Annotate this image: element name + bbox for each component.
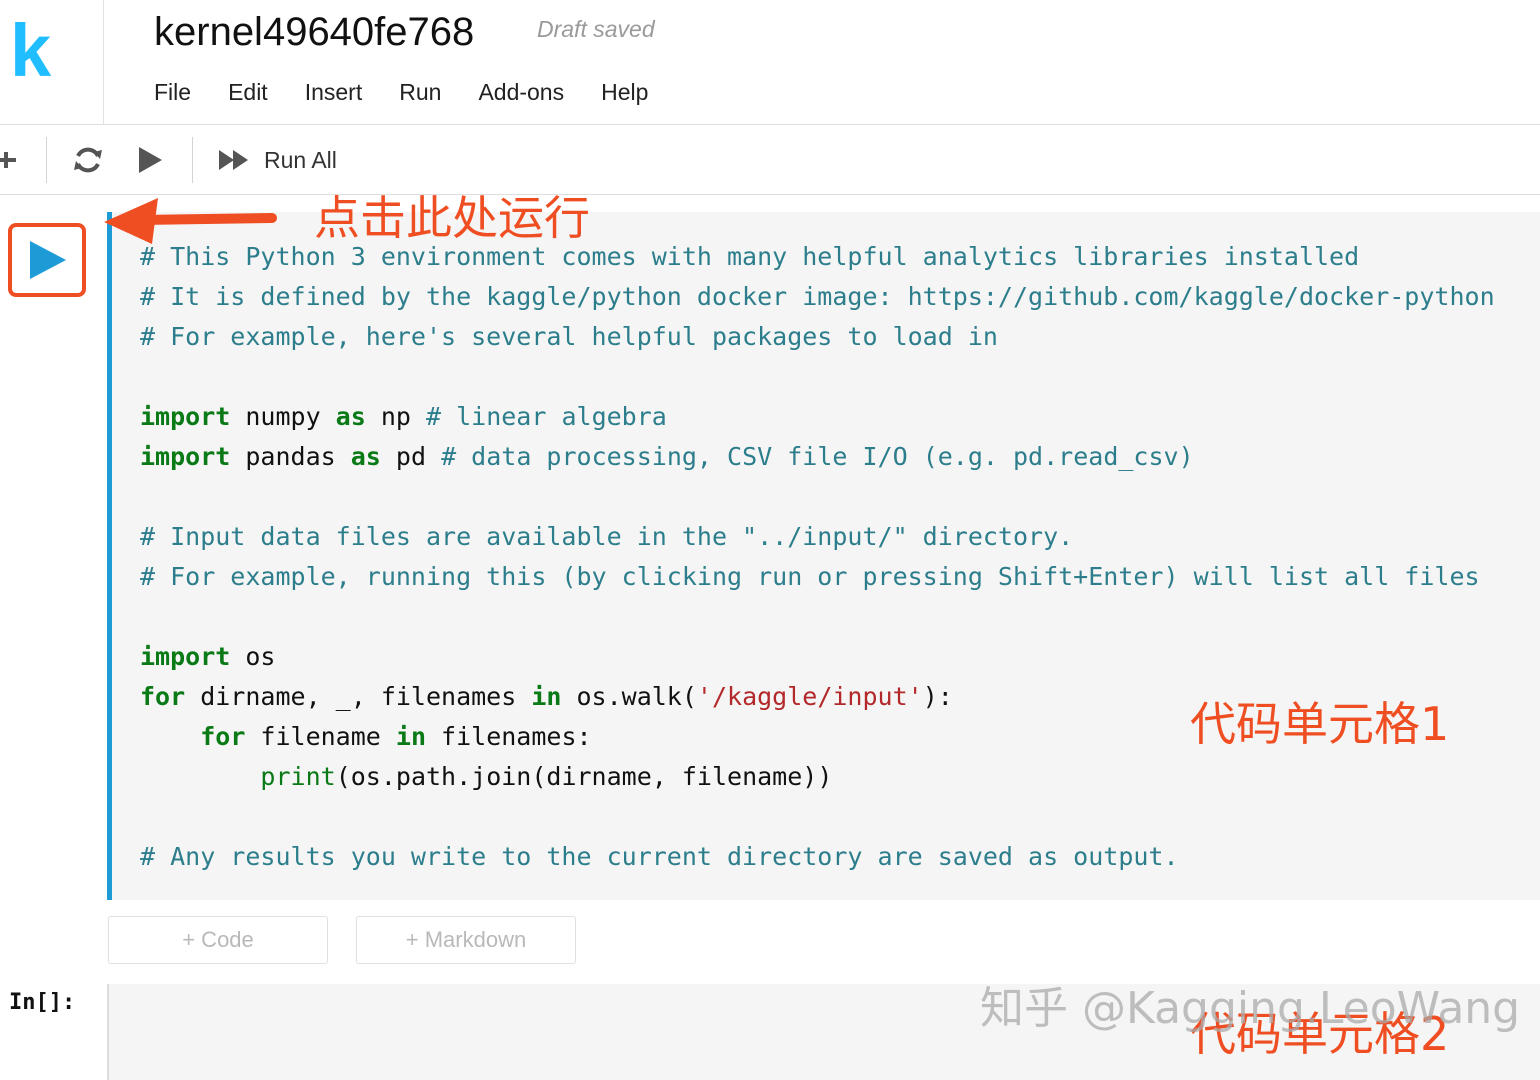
cell-prompt: In[]: — [9, 990, 76, 1015]
menu-add-ons[interactable]: Add-ons — [478, 74, 564, 110]
menu-insert[interactable]: Insert — [305, 74, 363, 110]
add-cell-button[interactable] — [0, 139, 18, 181]
code-line: # For example, running this (by clicking… — [140, 562, 1480, 591]
save-status: Draft saved — [537, 16, 655, 42]
menu-bar: File Edit Insert Run Add-ons Help — [154, 74, 685, 110]
watermark: 知乎 @Kagging.LeoWang — [980, 983, 1521, 1034]
menu-file[interactable]: File — [154, 74, 191, 110]
code-line: # This Python 3 environment comes with m… — [140, 242, 1360, 271]
run-all-label: Run All — [264, 146, 337, 173]
kaggle-logo[interactable]: k — [10, 14, 51, 88]
code-cell-1[interactable]: # This Python 3 environment comes with m… — [107, 212, 1540, 900]
add-markdown-button[interactable]: + Markdown — [356, 916, 576, 964]
code-line: # Any results you write to the current d… — [140, 842, 1179, 871]
restart-button[interactable] — [72, 139, 104, 181]
plus-icon — [0, 152, 16, 168]
code-line: for filename in filenames: — [200, 722, 592, 751]
annotation-arrow-icon — [104, 198, 277, 244]
code-line: # For example, here's several helpful pa… — [140, 322, 998, 351]
notebook-title[interactable]: kernel49640fe768 — [154, 10, 474, 54]
menu-edit[interactable]: Edit — [228, 74, 268, 110]
logo-panel: k — [0, 0, 104, 124]
toolbar-separator — [192, 137, 193, 183]
toolbar-divider — [0, 194, 1540, 195]
play-icon — [30, 241, 66, 279]
code-line: # It is defined by the kaggle/python doc… — [140, 282, 1495, 311]
add-code-button[interactable]: + Code — [108, 916, 328, 964]
menu-help[interactable]: Help — [601, 74, 648, 110]
fast-forward-icon — [219, 150, 248, 170]
menu-run[interactable]: Run — [399, 74, 441, 110]
code-line: import pandas as pd # data processing, C… — [140, 442, 1194, 471]
code-line: # Input data files are available in the … — [140, 522, 1074, 551]
annotation-click-to-run: 点击此处运行 — [314, 191, 590, 245]
code-line: import numpy as np # linear algebra — [140, 402, 667, 431]
code-line: import os — [140, 642, 276, 671]
toolbar: Run All — [0, 125, 1540, 195]
toolbar-separator — [46, 137, 47, 183]
code-line: for dirname, _, filenames in os.walk('/k… — [140, 682, 953, 711]
run-cell-button[interactable] — [8, 223, 86, 297]
annotation-code-cell-1: 代码单元格1 — [1190, 697, 1450, 751]
refresh-icon — [74, 147, 102, 173]
play-icon — [139, 147, 162, 173]
code-line: print(os.path.join(dirname, filename)) — [260, 762, 833, 791]
run-all-button[interactable]: Run All — [218, 139, 337, 181]
run-cell-toolbar-button[interactable] — [136, 139, 164, 181]
code-editor[interactable]: # This Python 3 environment comes with m… — [140, 237, 1495, 877]
